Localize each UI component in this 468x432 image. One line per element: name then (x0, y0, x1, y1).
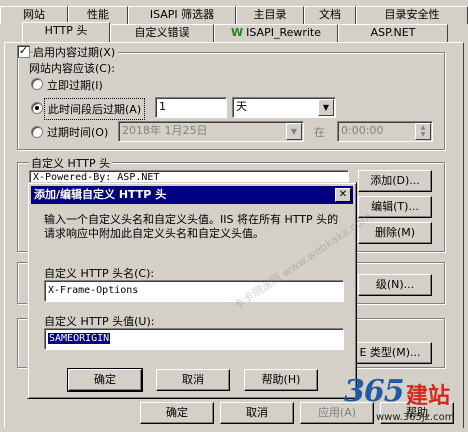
spinner-icon[interactable]: ▲ ▼ (415, 123, 431, 140)
dialog-titlebar[interactable]: 添加/编辑自定义 HTTP 头 ✕ (31, 186, 353, 204)
content-should-label: 网站内容应该(C): (29, 62, 115, 75)
expire-after-value-input[interactable]: 1 (155, 97, 227, 118)
dialog-cancel-button[interactable]: 取消 (156, 369, 230, 391)
main-cancel-button[interactable]: 取消 (220, 402, 294, 424)
tab-custom-errors[interactable]: 自定义错误 (110, 24, 214, 42)
custom-headers-group-label: 自定义 HTTP 头 (29, 155, 113, 171)
close-icon[interactable]: ✕ (335, 188, 351, 202)
dialog-title: 添加/编辑自定义 HTTP 头 (34, 188, 167, 201)
expire-time-value: 0:00:00 (341, 124, 384, 137)
isapi-rewrite-icon: W (230, 26, 244, 39)
expire-after-radio[interactable] (31, 102, 43, 114)
tab-home-directory[interactable]: 主目录 (236, 6, 304, 24)
edit-ratings-button[interactable]: 级(N)... (358, 274, 432, 296)
main-ok-button[interactable]: 确定 (140, 402, 214, 424)
header-value-label: 自定义 HTTP 头值(U): (44, 315, 155, 328)
tab-isapi-filters[interactable]: ISAPI 筛选器 (128, 6, 236, 24)
tab-directory-security[interactable]: 目录安全性 (356, 6, 468, 24)
tab-documents[interactable]: 文档 (304, 6, 356, 24)
enable-expiration-label: 启用内容过期(X) (33, 44, 119, 60)
header-name-label: 自定义 HTTP 头名(C): (44, 267, 155, 280)
expire-date-select[interactable]: 2018年 1月25日 ▼ (118, 121, 304, 142)
site-logo: 365 建站 www.365jz.com (340, 372, 468, 432)
header-name-input[interactable]: X-Frame-Options (44, 280, 344, 302)
dialog-help-button[interactable]: 帮助(H) (244, 369, 318, 391)
tab-aspnet[interactable]: ASP.NET (338, 24, 448, 42)
logo-url: www.365jz.com (376, 412, 455, 423)
tab-isapi-rewrite[interactable]: W ISAPI_Rewrite (214, 24, 338, 42)
dialog-description: 输入一个自定义头名和自定义头值。IIS 将在所有 HTTP 头的请求响应中附加此… (44, 213, 339, 240)
expire-unit-value: 天 (236, 100, 247, 113)
expire-immediately-label: 立即过期(I) (47, 79, 103, 92)
expire-time-input[interactable]: 0:00:00 ▲ ▼ (337, 121, 433, 142)
tab-http-headers[interactable]: HTTP 头 (22, 22, 110, 42)
dialog-ok-button[interactable]: 确定 (67, 368, 143, 392)
expire-after-label: 此时间段后过期(A) (43, 98, 146, 120)
header-value-selected-text: SAMEORIGIN (48, 333, 111, 344)
tab-isapi-rewrite-label: ISAPI_Rewrite (246, 26, 322, 39)
expire-date-value: 2018年 1月25日 (122, 124, 208, 137)
expire-immediately-radio[interactable] (31, 78, 43, 90)
logo-365: 365 (344, 374, 405, 409)
add-header-button[interactable]: 添加(D)... (358, 170, 432, 192)
logo-cn: 建站 (406, 384, 451, 409)
header-value-input[interactable]: SAMEORIGIN (44, 328, 344, 350)
mime-types-button[interactable]: E 类型(M)... (348, 342, 432, 364)
expire-unit-select[interactable]: 天 ▼ (232, 97, 336, 118)
expire-on-radio[interactable] (31, 126, 43, 138)
chevron-down-icon[interactable]: ▼ (318, 99, 334, 116)
chevron-down-icon[interactable]: ▼ (286, 123, 302, 140)
expire-on-label: 过期时间(O) (47, 126, 109, 139)
add-edit-header-dialog: 添加/编辑自定义 HTTP 头 ✕ 输入一个自定义头名和自定义头值。IIS 将在… (27, 182, 357, 399)
enable-expiration-checkbox[interactable]: ✓ (17, 45, 30, 58)
at-label: 在 (314, 126, 325, 139)
